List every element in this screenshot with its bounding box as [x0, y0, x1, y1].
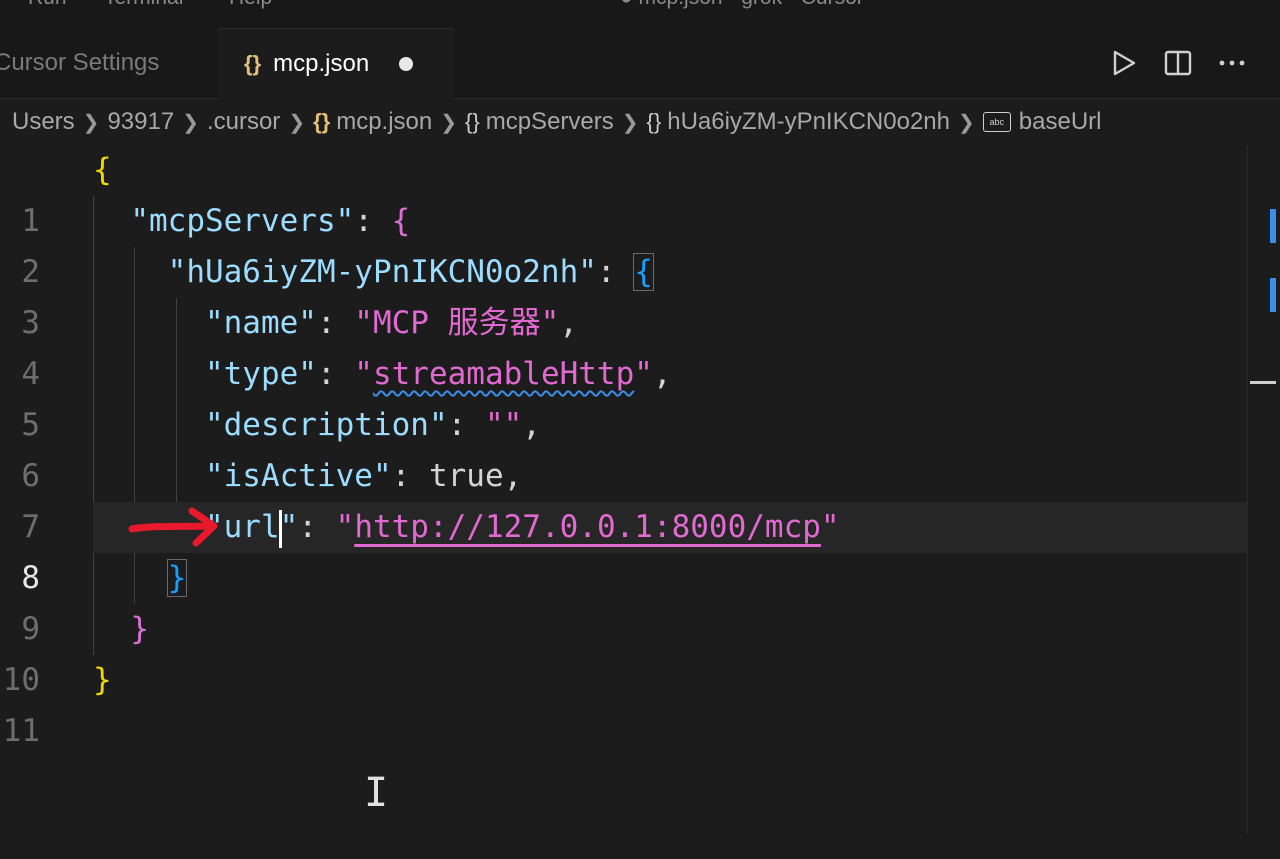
json-string: streamableHttp: [372, 356, 635, 392]
tab-cursor-settings[interactable]: Cursor Settings: [0, 28, 216, 98]
json-key: "name": [204, 305, 317, 341]
code-line: 10 }: [0, 604, 1248, 698]
unsaved-dot-icon[interactable]: [399, 57, 414, 71]
chevron-right-icon: ❯: [958, 111, 975, 134]
json-string: "": [484, 407, 523, 443]
tab-label: Cursor Settings: [0, 49, 160, 76]
breadcrumb-item[interactable]: Users: [12, 108, 75, 136]
code-line: 7 "isActive": true,: [0, 451, 1248, 545]
object-icon: {}: [646, 109, 662, 134]
tab-bar: Cursor Settings {} mcp.json: [0, 28, 1280, 99]
punct: ,: [503, 458, 523, 494]
code-line: 3 "hUa6iyZM-yPnIKCN0o2nh": {: [0, 247, 1248, 341]
brace: }: [130, 611, 149, 647]
menu-help[interactable]: Help: [229, 0, 272, 10]
punct: :: [316, 305, 355, 341]
breadcrumb-item[interactable]: {} mcpServers: [465, 108, 614, 136]
breadcrumb-item[interactable]: 93917: [107, 108, 174, 136]
breadcrumb-label: mcp.json: [336, 108, 433, 135]
mouse-ibeam-icon: I: [364, 770, 389, 816]
chevron-right-icon: ❯: [621, 111, 639, 134]
code-line: 1 {: [0, 145, 1248, 239]
json-key: "hUa6iyZM-yPnIKCN0o2nh": [167, 254, 597, 290]
menu-run[interactable]: Run: [28, 0, 67, 10]
code-line-current: 8 "url": "http://127.0.0.1:8000/mcp": [21, 502, 1248, 596]
string-property-icon: abc: [982, 112, 1011, 132]
line-number: 11: [2, 713, 40, 749]
brace: {: [391, 203, 411, 239]
split-editor-icon[interactable]: [1164, 49, 1192, 77]
json-braces-icon: {}: [244, 51, 262, 76]
more-icon[interactable]: [1218, 49, 1246, 77]
punct: ": [279, 509, 299, 545]
window-title: ● mcp.json - grok - Cursor: [620, 0, 864, 10]
code-line: 4 "name": "MCP 服务器",: [0, 298, 1248, 392]
breadcrumb-item[interactable]: {} hUa6iyZM-yPnIKCN0o2nh: [647, 108, 951, 136]
code-line: 9 }: [0, 553, 1248, 647]
brace: {: [93, 152, 112, 188]
punct: ,: [522, 407, 541, 443]
chevron-right-icon: ❯: [182, 111, 199, 134]
editor-actions: [1110, 28, 1246, 98]
run-icon[interactable]: [1110, 49, 1138, 77]
chevron-right-icon: ❯: [82, 111, 100, 134]
punct: ,: [652, 356, 672, 392]
brace: }: [93, 662, 112, 698]
code-line: 2 "mcpServers": {: [0, 196, 1248, 290]
url-link[interactable]: http://127.0.0.1:8000/mcp: [354, 509, 821, 545]
overview-marker: [1270, 209, 1276, 243]
tab-label: mcp.json: [273, 50, 370, 77]
brace: }: [166, 559, 188, 597]
breadcrumb-label: .cursor: [206, 108, 281, 135]
menu-bar: Run Terminal Help ● mcp.json - grok - Cu…: [0, 0, 1280, 28]
punct: :: [596, 254, 635, 290]
breadcrumb-label: Users: [12, 108, 75, 135]
brace: {: [633, 253, 654, 291]
json-string: "MCP 服务器": [354, 305, 560, 341]
punct: ": [634, 356, 653, 392]
json-boolean: true: [428, 458, 504, 494]
chevron-right-icon: ❯: [288, 111, 306, 134]
punct: ": [335, 509, 355, 545]
tab-mcp-json[interactable]: {} mcp.json: [218, 28, 454, 99]
json-braces-icon: {}: [313, 109, 331, 134]
breadcrumb-item[interactable]: .cursor: [207, 108, 280, 136]
code-line: 6 "description": "",: [0, 400, 1248, 494]
punct: :: [316, 356, 355, 392]
punct: ,: [559, 305, 578, 341]
json-key: "description": [204, 407, 448, 443]
breadcrumb-item[interactable]: {} mcp.json: [313, 108, 432, 136]
menu-terminal[interactable]: Terminal: [104, 0, 183, 10]
breadcrumb-label: mcpServers: [485, 108, 614, 135]
json-key: "isActive": [204, 458, 392, 494]
code-line: 5 "type": "streamableHttp",: [0, 349, 1248, 443]
json-key: "mcpServers": [130, 203, 355, 239]
line-number: 7: [21, 509, 40, 545]
punct: :: [447, 407, 485, 443]
annotation-arrow-icon: [128, 507, 218, 547]
punct: :: [391, 458, 429, 494]
json-key: "type": [204, 356, 317, 392]
punct: ": [354, 356, 373, 392]
breadcrumb-label: baseUrl: [1018, 108, 1102, 135]
cursor-position-marker: [1250, 381, 1276, 384]
chevron-right-icon: ❯: [440, 111, 458, 134]
breadcrumb: Users ❯ 93917 ❯ .cursor ❯ {} mcp.json ❯ {…: [0, 99, 1280, 145]
code-editor[interactable]: 1 { 2 "mcpServers": { 3 "hUa6iyZM-yPnIKC…: [0, 145, 1280, 835]
breadcrumb-label: hUa6iyZM-yPnIKCN0o2nh: [667, 108, 951, 135]
overview-marker: [1270, 278, 1276, 312]
punct: :: [298, 509, 336, 545]
code-line: 11 }: [0, 655, 1248, 749]
object-icon: {}: [465, 109, 480, 134]
vertical-scrollbar[interactable]: [1247, 145, 1280, 835]
breadcrumb-label: 93917: [107, 108, 175, 135]
breadcrumb-item[interactable]: abc baseUrl: [982, 108, 1102, 136]
punct: :: [354, 203, 392, 239]
punct: ": [820, 509, 840, 545]
